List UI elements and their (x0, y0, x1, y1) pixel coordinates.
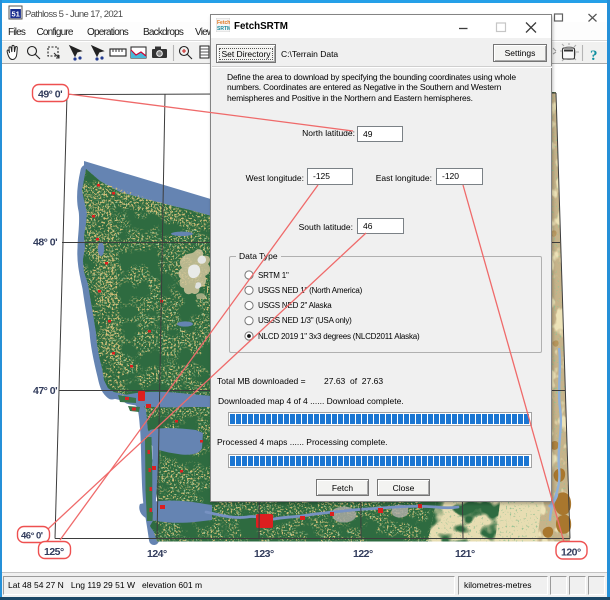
svg-text:122°: 122° (353, 548, 373, 560)
svg-text:SRTM: SRTM (217, 26, 230, 32)
svg-text:51: 51 (12, 10, 20, 19)
svg-text:123°: 123° (254, 548, 274, 560)
svg-text:121°: 121° (455, 548, 475, 560)
svg-text:?: ? (590, 48, 598, 64)
svg-text:47° 0': 47° 0' (33, 385, 57, 397)
svg-text:124°: 124° (147, 548, 167, 560)
svg-text:48° 0': 48° 0' (33, 237, 57, 249)
